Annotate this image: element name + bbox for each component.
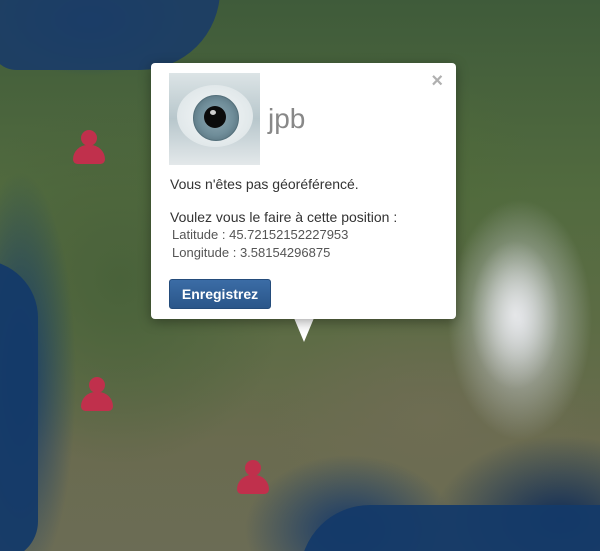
user-marker-icon[interactable]: [80, 377, 114, 413]
pupil-shape: [204, 106, 226, 128]
info-popup: × jpb Vous n'êtes pas géoréférencé. Voul…: [151, 63, 456, 319]
longitude-text: Longitude : 3.58154296875: [172, 245, 331, 260]
marker-head: [245, 460, 261, 476]
marker-body: [73, 145, 105, 164]
mountain-area: [470, 240, 560, 390]
latitude-text: Latitude : 45.72152152227953: [172, 227, 349, 242]
close-icon[interactable]: ×: [431, 71, 443, 91]
avatar: [169, 73, 260, 165]
prompt-text: Voulez vous le faire à cette position :: [170, 209, 398, 225]
status-message: Vous n'êtes pas géoréférencé.: [170, 176, 359, 192]
user-marker-icon[interactable]: [72, 130, 106, 166]
username: jpb: [268, 103, 306, 134]
glint-shape: [210, 110, 216, 115]
sea-area: [300, 505, 600, 551]
marker-body: [81, 392, 113, 411]
sea-area: [0, 260, 38, 551]
user-marker-icon[interactable]: [236, 460, 270, 496]
marker-head: [89, 377, 105, 393]
popup-pointer: [294, 318, 314, 342]
sea-area: [0, 0, 220, 70]
marker-head: [81, 130, 97, 146]
save-button[interactable]: Enregistrez: [169, 279, 271, 309]
marker-body: [237, 475, 269, 494]
